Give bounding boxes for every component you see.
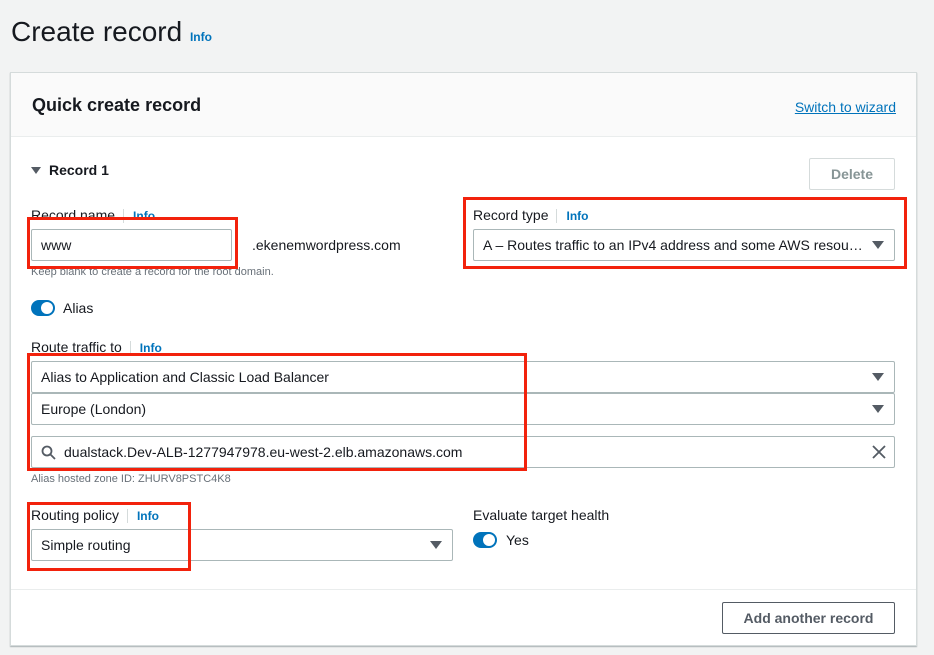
footer-divider bbox=[11, 589, 916, 590]
evaluate-health-value: Yes bbox=[506, 532, 529, 548]
record-expander[interactable]: Record 1 bbox=[31, 162, 109, 178]
highlight-box bbox=[27, 502, 191, 571]
evaluate-health-toggle[interactable] bbox=[473, 532, 497, 548]
add-another-record-button[interactable]: Add another record bbox=[722, 602, 895, 634]
highlight-box bbox=[463, 197, 907, 269]
delete-button[interactable]: Delete bbox=[809, 158, 895, 190]
highlight-box bbox=[27, 217, 238, 269]
zone-id-hint: Alias hosted zone ID: ZHURV8PSTC4K8 bbox=[31, 473, 231, 485]
clear-icon[interactable] bbox=[872, 445, 886, 459]
caret-down-icon bbox=[430, 541, 442, 549]
title-info-link[interactable]: Info bbox=[190, 30, 212, 44]
caret-down-icon bbox=[872, 405, 884, 413]
page-title: Create record Info bbox=[11, 16, 212, 47]
caret-down-icon bbox=[872, 373, 884, 381]
evaluate-health-label: Evaluate target health bbox=[473, 507, 610, 523]
highlight-box bbox=[27, 353, 527, 471]
caret-down-icon bbox=[31, 166, 41, 174]
alias-label: Alias bbox=[63, 300, 94, 316]
card-header: Quick create record Switch to wizard bbox=[11, 73, 916, 137]
switch-to-wizard-link[interactable]: Switch to wizard bbox=[795, 99, 896, 115]
alias-toggle[interactable] bbox=[31, 300, 55, 316]
record-title: Record 1 bbox=[49, 162, 109, 178]
domain-suffix: .ekenemwordpress.com bbox=[252, 237, 401, 253]
card-title: Quick create record bbox=[32, 95, 202, 115]
